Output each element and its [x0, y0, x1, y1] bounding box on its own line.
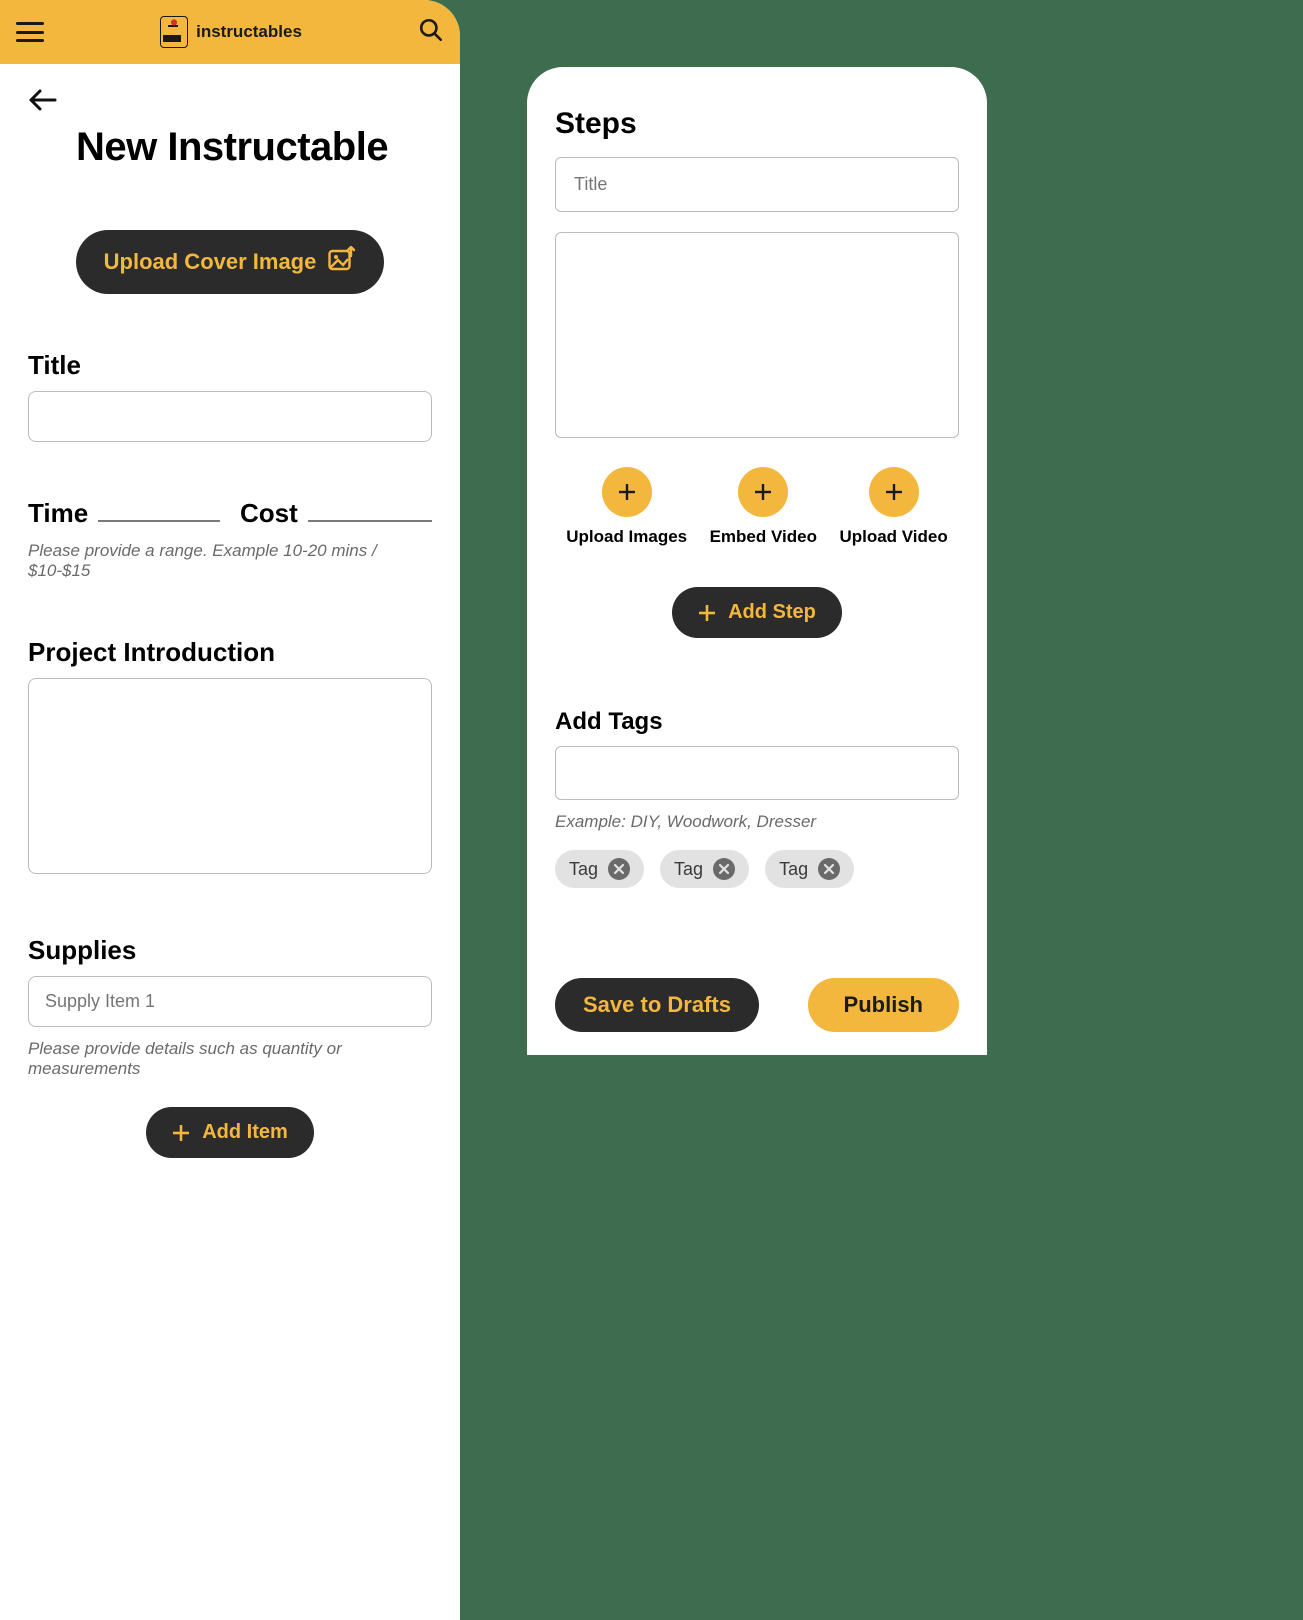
tags-input[interactable]	[555, 746, 959, 800]
time-cost-hint: Please provide a range. Example 10-20 mi…	[28, 541, 432, 581]
embed-video-button[interactable]	[738, 467, 788, 517]
upload-video-option: Upload Video	[839, 467, 947, 547]
upload-images-option: Upload Images	[566, 467, 687, 547]
save-to-drafts-button[interactable]: Save to Drafts	[555, 978, 759, 1032]
add-item-button[interactable]: Add Item	[146, 1107, 314, 1158]
cost-input-line[interactable]	[308, 520, 432, 522]
upload-cover-label: Upload Cover Image	[104, 249, 317, 275]
title-input[interactable]	[28, 391, 432, 442]
remove-tag-icon[interactable]	[713, 858, 735, 880]
screen-steps-tags: Steps Upload Images Embed Video Upload	[527, 67, 987, 1055]
image-upload-icon	[328, 246, 356, 278]
supplies-hint: Please provide details such as quantity …	[28, 1039, 432, 1079]
embed-video-label: Embed Video	[710, 527, 817, 547]
page-title: New Instructable	[76, 125, 432, 170]
menu-icon[interactable]	[16, 22, 44, 42]
search-icon[interactable]	[418, 17, 444, 48]
add-item-label: Add Item	[202, 1121, 288, 1144]
brand-text: instructables	[196, 22, 302, 42]
robot-logo-icon	[160, 16, 188, 48]
publish-button[interactable]: Publish	[808, 978, 959, 1032]
time-label: Time	[28, 498, 88, 529]
intro-textarea[interactable]	[28, 678, 432, 874]
publish-label: Publish	[844, 992, 923, 1018]
cost-label: Cost	[240, 498, 298, 529]
tag-chip: Tag	[555, 850, 644, 888]
step-body-textarea[interactable]	[555, 232, 959, 438]
brand[interactable]: instructables	[160, 16, 302, 48]
tag-chip: Tag	[765, 850, 854, 888]
save-to-drafts-label: Save to Drafts	[583, 992, 731, 1018]
steps-heading: Steps	[555, 107, 959, 141]
tag-chip: Tag	[660, 850, 749, 888]
tags-hint: Example: DIY, Woodwork, Dresser	[555, 812, 959, 832]
add-step-button[interactable]: Add Step	[672, 587, 842, 638]
remove-tag-icon[interactable]	[818, 858, 840, 880]
embed-video-option: Embed Video	[710, 467, 817, 547]
add-step-label: Add Step	[728, 601, 816, 624]
upload-images-label: Upload Images	[566, 527, 687, 547]
upload-video-button[interactable]	[869, 467, 919, 517]
supply-item-input[interactable]	[28, 976, 432, 1027]
supplies-label: Supplies	[28, 935, 432, 966]
tag-chip-label: Tag	[674, 859, 703, 880]
back-icon[interactable]	[28, 88, 432, 117]
intro-label: Project Introduction	[28, 637, 432, 668]
title-label: Title	[28, 350, 432, 381]
remove-tag-icon[interactable]	[608, 858, 630, 880]
tag-chip-label: Tag	[569, 859, 598, 880]
time-input-line[interactable]	[98, 520, 220, 522]
step-title-input[interactable]	[555, 157, 959, 212]
upload-cover-button[interactable]: Upload Cover Image	[76, 230, 385, 294]
screen-new-instructable: instructables New Instructable Upload Co…	[0, 0, 460, 1620]
upload-images-button[interactable]	[602, 467, 652, 517]
app-topbar: instructables	[0, 0, 460, 64]
tags-heading: Add Tags	[555, 708, 959, 736]
upload-video-label: Upload Video	[839, 527, 947, 547]
tag-chip-label: Tag	[779, 859, 808, 880]
